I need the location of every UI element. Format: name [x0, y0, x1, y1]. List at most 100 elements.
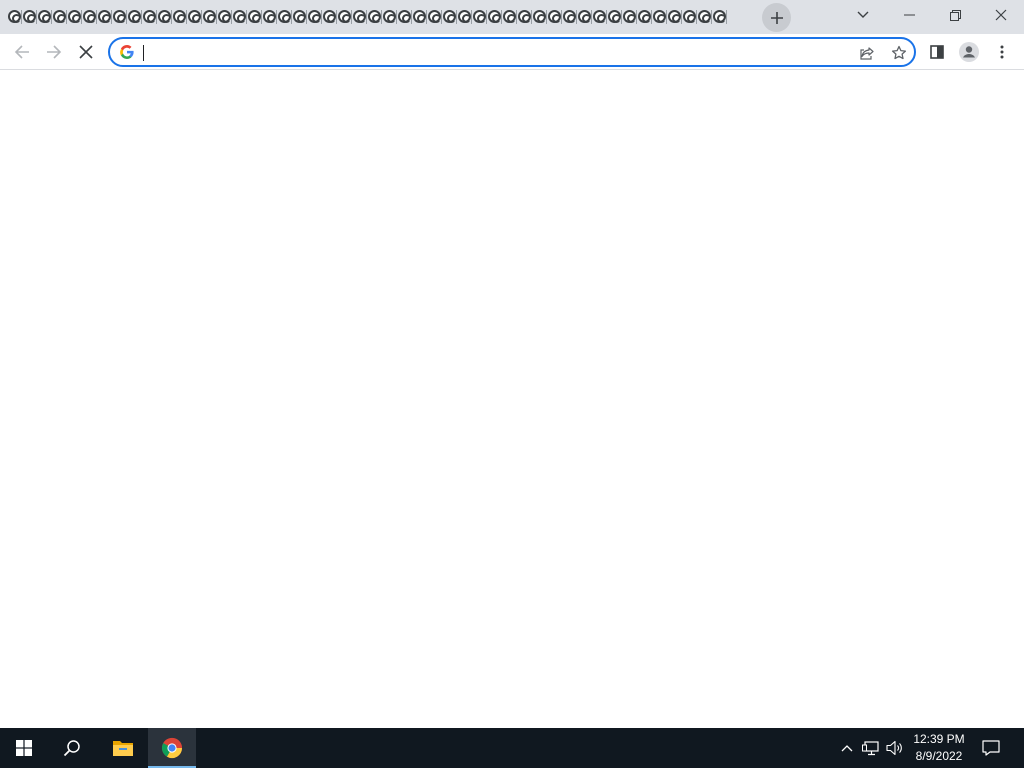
browser-tab[interactable]	[247, 7, 262, 27]
chrome-sad-face-icon	[398, 10, 411, 23]
restore-button[interactable]	[932, 0, 978, 30]
browser-tab[interactable]	[202, 7, 217, 27]
browser-tab[interactable]	[337, 7, 352, 27]
browser-tab[interactable]	[172, 7, 187, 27]
side-panel-button[interactable]	[922, 37, 952, 67]
browser-tab[interactable]	[637, 7, 652, 27]
text-cursor	[143, 45, 144, 61]
browser-tab[interactable]	[427, 7, 442, 27]
minimize-button[interactable]	[886, 0, 932, 30]
browser-tab[interactable]	[97, 7, 112, 27]
browser-tab[interactable]	[442, 7, 457, 27]
browser-tab[interactable]	[322, 7, 337, 27]
chrome-sad-face-icon	[8, 10, 21, 23]
start-button[interactable]	[0, 728, 48, 768]
tab-search-button[interactable]	[840, 0, 886, 30]
chrome-sad-face-icon	[38, 10, 51, 23]
restore-icon	[949, 9, 961, 21]
browser-tab[interactable]	[502, 7, 517, 27]
forward-button[interactable]	[39, 37, 69, 67]
browser-tab[interactable]	[682, 7, 697, 27]
profile-button[interactable]	[954, 37, 984, 67]
browser-tab[interactable]	[607, 7, 622, 27]
browser-tab[interactable]	[712, 7, 727, 27]
browser-tab[interactable]	[277, 7, 292, 27]
chrome-sad-face-icon	[23, 10, 36, 23]
chrome-sad-face-icon	[713, 10, 726, 23]
browser-tab[interactable]	[562, 7, 577, 27]
browser-tab[interactable]	[487, 7, 502, 27]
browser-tab[interactable]	[142, 7, 157, 27]
browser-tab[interactable]	[82, 7, 97, 27]
action-center-button[interactable]	[968, 728, 1014, 768]
stop-loading-button[interactable]	[71, 37, 101, 67]
browser-tab[interactable]	[577, 7, 592, 27]
browser-tab[interactable]	[52, 7, 67, 27]
browser-tab[interactable]	[187, 7, 202, 27]
chrome-sad-face-icon	[368, 10, 381, 23]
tray-overflow-button[interactable]	[836, 738, 858, 758]
windows-start-icon	[16, 740, 32, 756]
share-button[interactable]	[856, 42, 878, 64]
chrome-sad-face-icon	[68, 10, 81, 23]
volume-button[interactable]	[884, 738, 906, 758]
network-status-button[interactable]	[860, 738, 882, 758]
tab-separator	[726, 10, 727, 24]
chrome-sad-face-icon	[338, 10, 351, 23]
browser-tab[interactable]	[37, 7, 52, 27]
chrome-sad-face-icon	[158, 10, 171, 23]
chrome-sad-face-icon	[623, 10, 636, 23]
browser-tab[interactable]	[472, 7, 487, 27]
browser-tab[interactable]	[382, 7, 397, 27]
chrome-sad-face-icon	[128, 10, 141, 23]
chrome-sad-face-icon	[653, 10, 666, 23]
chrome-menu-button[interactable]	[987, 37, 1017, 67]
chrome-sad-face-icon	[668, 10, 681, 23]
browser-tab[interactable]	[232, 7, 247, 27]
browser-tab[interactable]	[112, 7, 127, 27]
browser-tab[interactable]	[157, 7, 172, 27]
search-icon	[63, 740, 80, 757]
browser-tab[interactable]	[127, 7, 142, 27]
browser-tab[interactable]	[547, 7, 562, 27]
chrome-sad-face-icon	[593, 10, 606, 23]
browser-tab[interactable]	[67, 7, 82, 27]
taskbar-file-explorer[interactable]	[99, 728, 147, 768]
browser-tab[interactable]	[397, 7, 412, 27]
back-button[interactable]	[7, 37, 37, 67]
browser-tab[interactable]	[412, 7, 427, 27]
new-tab-button[interactable]	[762, 3, 791, 32]
browser-tab[interactable]	[307, 7, 322, 27]
close-button[interactable]	[978, 0, 1024, 30]
browser-tab[interactable]	[652, 7, 667, 27]
bookmark-button[interactable]	[888, 42, 910, 64]
page-content[interactable]	[0, 71, 1024, 728]
address-input[interactable]	[142, 43, 842, 63]
chrome-sad-face-icon	[443, 10, 456, 23]
browser-titlebar	[0, 0, 1024, 34]
taskbar-chrome[interactable]	[148, 728, 196, 768]
browser-tab[interactable]	[667, 7, 682, 27]
browser-tab[interactable]	[262, 7, 277, 27]
address-bar[interactable]	[108, 37, 916, 67]
chrome-sad-face-icon	[383, 10, 396, 23]
browser-tab[interactable]	[217, 7, 232, 27]
browser-tab[interactable]	[367, 7, 382, 27]
browser-tab[interactable]	[457, 7, 472, 27]
chrome-sad-face-icon	[473, 10, 486, 23]
system-clock[interactable]: 12:39 PM 8/9/2022	[904, 731, 974, 765]
browser-tab[interactable]	[697, 7, 712, 27]
browser-tab[interactable]	[517, 7, 532, 27]
browser-tab[interactable]	[592, 7, 607, 27]
browser-tab[interactable]	[622, 7, 637, 27]
google-icon	[120, 45, 134, 59]
browser-tab[interactable]	[532, 7, 547, 27]
browser-tab[interactable]	[22, 7, 37, 27]
browser-tab[interactable]	[352, 7, 367, 27]
chrome-sad-face-icon	[503, 10, 516, 23]
chrome-sad-face-icon	[578, 10, 591, 23]
chrome-sad-face-icon	[428, 10, 441, 23]
taskbar-search-button[interactable]	[48, 728, 96, 768]
browser-tab[interactable]	[292, 7, 307, 27]
browser-tab[interactable]	[7, 7, 22, 27]
